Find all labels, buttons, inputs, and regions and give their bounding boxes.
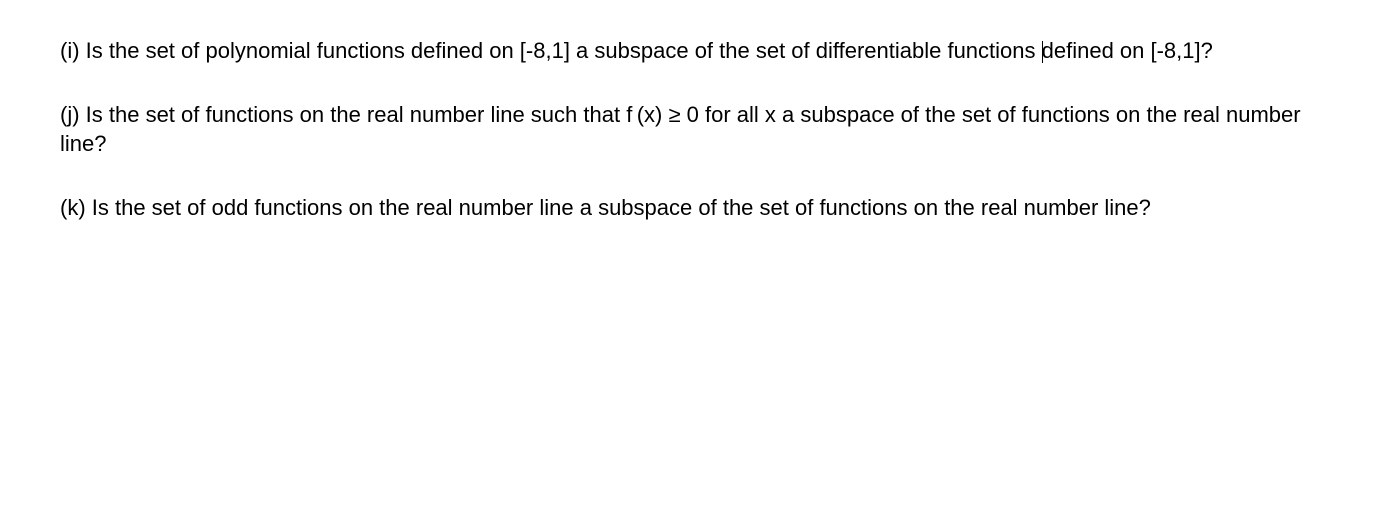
question-j-text: (j) Is the set of functions on the real … — [60, 102, 1301, 157]
question-k-text: (k) Is the set of odd functions on the r… — [60, 195, 1151, 220]
question-i-text-part1: (i) Is the set of polynomial functions d… — [60, 38, 1042, 63]
question-i-text-part2: defined on [-8,1]? — [1042, 38, 1213, 63]
question-k: (k) Is the set of odd functions on the r… — [60, 193, 1334, 223]
question-j: (j) Is the set of functions on the real … — [60, 100, 1334, 159]
question-i: (i) Is the set of polynomial functions d… — [60, 36, 1334, 66]
